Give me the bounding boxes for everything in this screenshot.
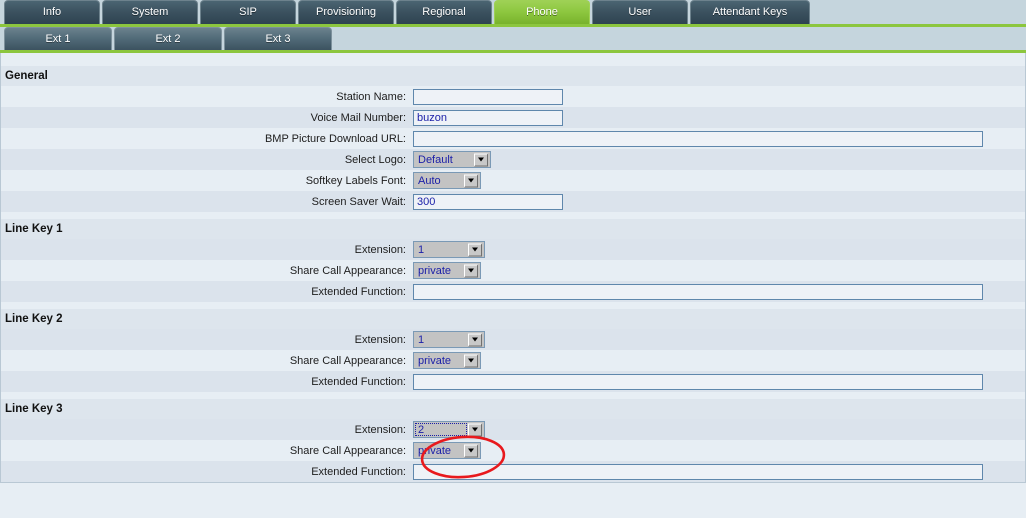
label-lk2-extended-function: Extended Function: [1, 376, 413, 388]
row-voice-mail-number: Voice Mail Number: [1, 107, 1025, 128]
section-header-line-key-1: Line Key 1 [1, 219, 1025, 239]
row-station-name: Station Name: [1, 86, 1025, 107]
select-logo-value: Default [418, 154, 453, 166]
tab-info[interactable]: Info [4, 0, 100, 24]
select-logo-dropdown[interactable]: Default [413, 151, 491, 168]
row-lk2-extension: Extension: 1 [1, 329, 1025, 350]
row-lk2-share-call-appearance: Share Call Appearance: private [1, 350, 1025, 371]
tab-user[interactable]: User [592, 0, 688, 24]
section-header-line-key-2: Line Key 2 [1, 309, 1025, 329]
row-softkey-labels-font: Softkey Labels Font: Auto [1, 170, 1025, 191]
chevron-down-icon[interactable] [474, 153, 488, 166]
line-key-2-extended-function-input[interactable] [413, 374, 983, 390]
gap-after-line-key-2 [1, 392, 1025, 399]
line-key-2-share-call-appearance-value: private [418, 355, 451, 367]
line-key-3-extension-value: 2 [418, 424, 424, 436]
phone-settings-page: Info System SIP Provisioning Regional Ph… [0, 0, 1026, 518]
sub-tab-ext-1[interactable]: Ext 1 [4, 27, 112, 50]
label-lk1-share-call-appearance: Share Call Appearance: [1, 265, 413, 277]
label-screen-saver-wait: Screen Saver Wait: [1, 196, 413, 208]
label-lk3-extension: Extension: [1, 424, 413, 436]
top-spacer [1, 53, 1025, 66]
label-softkey-labels-font: Softkey Labels Font: [1, 175, 413, 187]
label-lk1-extension: Extension: [1, 244, 413, 256]
line-key-3-extended-function-input[interactable] [413, 464, 983, 480]
gap-after-general [1, 212, 1025, 219]
chevron-down-icon[interactable] [464, 444, 478, 457]
chevron-down-icon[interactable] [468, 243, 482, 256]
chevron-down-icon[interactable] [468, 423, 482, 436]
line-key-3-share-call-appearance-select[interactable]: private [413, 442, 481, 459]
line-key-1-extended-function-input[interactable] [413, 284, 983, 300]
line-key-2-extension-value: 1 [418, 334, 424, 346]
tab-attendant-keys[interactable]: Attendant Keys [690, 0, 810, 24]
bmp-picture-url-input[interactable] [413, 131, 983, 147]
line-key-1-extension-select[interactable]: 1 [413, 241, 485, 258]
label-lk1-extended-function: Extended Function: [1, 286, 413, 298]
line-key-1-share-call-appearance-select[interactable]: private [413, 262, 481, 279]
softkey-labels-font-value: Auto [418, 175, 441, 187]
chevron-down-icon[interactable] [464, 354, 478, 367]
row-lk3-share-call-appearance: Share Call Appearance: private [1, 440, 1025, 461]
chevron-down-icon[interactable] [464, 174, 478, 187]
tab-provisioning[interactable]: Provisioning [298, 0, 394, 24]
gap-after-line-key-1 [1, 302, 1025, 309]
line-key-3-extension-select[interactable]: 2 [413, 421, 485, 438]
line-key-1-share-call-appearance-value: private [418, 265, 451, 277]
chevron-down-icon[interactable] [468, 333, 482, 346]
main-tab-bar: Info System SIP Provisioning Regional Ph… [0, 0, 1026, 27]
tab-system[interactable]: System [102, 0, 198, 24]
label-lk2-share-call-appearance: Share Call Appearance: [1, 355, 413, 367]
row-lk2-extended-function: Extended Function: [1, 371, 1025, 392]
row-bmp-picture-url: BMP Picture Download URL: [1, 128, 1025, 149]
screen-saver-wait-input[interactable] [413, 194, 563, 210]
section-header-line-key-3: Line Key 3 [1, 399, 1025, 419]
row-lk3-extended-function: Extended Function: [1, 461, 1025, 482]
label-lk3-extended-function: Extended Function: [1, 466, 413, 478]
softkey-labels-font-dropdown[interactable]: Auto [413, 172, 481, 189]
row-lk1-share-call-appearance: Share Call Appearance: private [1, 260, 1025, 281]
sub-tab-ext-3[interactable]: Ext 3 [224, 27, 332, 50]
settings-form: General Station Name: Voice Mail Number:… [0, 53, 1026, 483]
voice-mail-number-input[interactable] [413, 110, 563, 126]
section-header-general: General [1, 66, 1025, 86]
row-lk1-extension: Extension: 1 [1, 239, 1025, 260]
sub-tab-ext-2[interactable]: Ext 2 [114, 27, 222, 50]
tab-sip[interactable]: SIP [200, 0, 296, 24]
station-name-input[interactable] [413, 89, 563, 105]
line-key-3-share-call-appearance-value: private [418, 445, 451, 457]
label-bmp-picture-url: BMP Picture Download URL: [1, 133, 413, 145]
extension-sub-tab-bar: Ext 1 Ext 2 Ext 3 [0, 27, 1026, 53]
label-voice-mail-number: Voice Mail Number: [1, 112, 413, 124]
label-station-name: Station Name: [1, 91, 413, 103]
label-lk3-share-call-appearance: Share Call Appearance: [1, 445, 413, 457]
label-lk2-extension: Extension: [1, 334, 413, 346]
chevron-down-icon[interactable] [464, 264, 478, 277]
row-screen-saver-wait: Screen Saver Wait: [1, 191, 1025, 212]
line-key-2-share-call-appearance-select[interactable]: private [413, 352, 481, 369]
tab-regional[interactable]: Regional [396, 0, 492, 24]
row-lk3-extension: Extension: 2 [1, 419, 1025, 440]
row-select-logo: Select Logo: Default [1, 149, 1025, 170]
label-select-logo: Select Logo: [1, 154, 413, 166]
line-key-1-extension-value: 1 [418, 244, 424, 256]
row-lk1-extended-function: Extended Function: [1, 281, 1025, 302]
line-key-2-extension-select[interactable]: 1 [413, 331, 485, 348]
tab-phone[interactable]: Phone [494, 0, 590, 24]
